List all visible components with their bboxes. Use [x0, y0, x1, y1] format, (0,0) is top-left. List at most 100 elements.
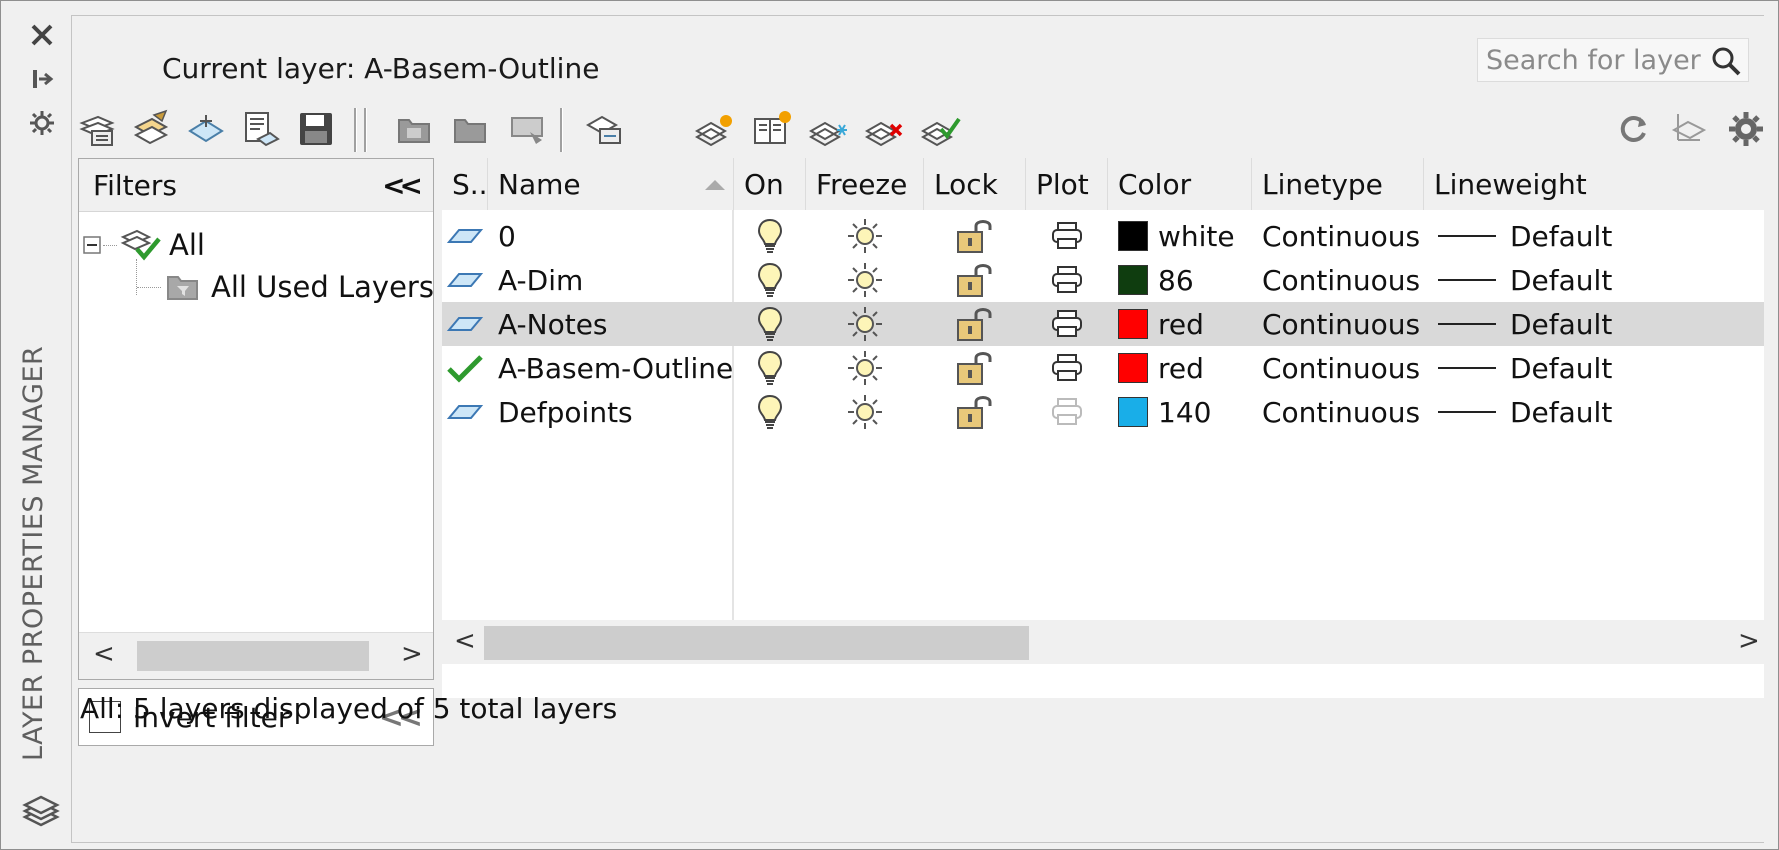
new-layer-vp-frozen-icon[interactable]: [748, 106, 796, 152]
set-current-icon[interactable]: [916, 106, 964, 152]
plot-printer-icon[interactable]: [1026, 258, 1108, 302]
layer-name[interactable]: A-Dim: [498, 258, 732, 302]
settings-icon[interactable]: [1722, 106, 1770, 152]
scroll-left-icon[interactable]: <: [93, 639, 115, 669]
properties-icon[interactable]: [21, 103, 63, 143]
layer-name[interactable]: A-Notes: [498, 302, 732, 346]
lineweight-cell[interactable]: Default: [1438, 258, 1764, 302]
layer-icon[interactable]: [442, 302, 488, 346]
new-layer-frozen-icon[interactable]: [804, 106, 852, 152]
lineweight-cell[interactable]: Default: [1438, 302, 1764, 346]
freeze-sun-icon[interactable]: [806, 258, 924, 302]
tree-item-all[interactable]: All: [83, 225, 205, 265]
delete-layer-icon[interactable]: [860, 106, 908, 152]
scroll-left-icon[interactable]: <: [454, 626, 476, 656]
linetype-cell[interactable]: Continuous: [1262, 302, 1424, 346]
current-layer-label: Current layer: A-Basem-Outline: [162, 52, 600, 85]
layer-row[interactable]: A-Dim 86 Continuous Default: [442, 258, 1764, 302]
on-bulb-icon[interactable]: [734, 214, 806, 258]
on-bulb-icon[interactable]: [734, 346, 806, 390]
layer-translate-icon[interactable]: [1666, 106, 1714, 152]
column-header-color[interactable]: Color: [1108, 158, 1252, 210]
unlocked-icon[interactable]: [924, 258, 1026, 302]
current-check-icon[interactable]: [442, 346, 488, 390]
scroll-right-icon[interactable]: >: [401, 639, 423, 669]
on-bulb-icon[interactable]: [734, 390, 806, 434]
collapse-filters-icon[interactable]: <<: [382, 169, 423, 202]
new-layer-icon[interactable]: [690, 106, 738, 152]
color-cell[interactable]: 140: [1118, 390, 1252, 434]
layer-merge-icon[interactable]: [580, 106, 628, 152]
color-cell[interactable]: red: [1118, 346, 1252, 390]
column-header-lineweight[interactable]: Lineweight: [1424, 158, 1764, 210]
freeze-sun-icon[interactable]: [806, 302, 924, 346]
column-header-freeze[interactable]: Freeze: [806, 158, 924, 210]
lineweight-cell[interactable]: Default: [1438, 346, 1764, 390]
column-header-lock[interactable]: Lock: [924, 158, 1026, 210]
new-property-filter-icon[interactable]: [74, 106, 122, 152]
search-input[interactable]: [1478, 43, 1708, 77]
scroll-right-icon[interactable]: >: [1738, 626, 1760, 656]
layer-row[interactable]: 0 white Continuous Default: [442, 214, 1764, 258]
lineweight-cell[interactable]: Default: [1438, 214, 1764, 258]
lineweight-text: Default: [1510, 263, 1613, 297]
freeze-sun-icon[interactable]: [806, 346, 924, 390]
layer-row[interactable]: A-Notes red Continuous Default: [442, 302, 1764, 346]
unlocked-icon[interactable]: [924, 346, 1026, 390]
linetype-cell[interactable]: Continuous: [1262, 258, 1424, 302]
layer-states-icon[interactable]: [236, 106, 284, 152]
linetype-text: Continuous: [1262, 263, 1421, 297]
plot-printer-icon[interactable]: [1026, 302, 1108, 346]
unlocked-icon[interactable]: [924, 302, 1026, 346]
filters-horizontal-scrollbar[interactable]: < >: [79, 632, 433, 679]
search-icon[interactable]: [1710, 45, 1742, 77]
scrollbar-thumb[interactable]: [484, 626, 1029, 660]
plot-printer-icon[interactable]: [1026, 214, 1108, 258]
linetype-cell[interactable]: Continuous: [1262, 346, 1424, 390]
column-header-on[interactable]: On: [734, 158, 806, 210]
layer-row[interactable]: A-Basem-Outline red Continuous Default: [442, 346, 1764, 390]
layer-ui-icon[interactable]: [504, 106, 552, 152]
color-cell[interactable]: 86: [1118, 258, 1252, 302]
linetype-cell[interactable]: Continuous: [1262, 214, 1424, 258]
on-bulb-icon[interactable]: [734, 258, 806, 302]
layer-icon[interactable]: [442, 214, 488, 258]
color-cell[interactable]: white: [1118, 214, 1252, 258]
grid-horizontal-scrollbar[interactable]: < >: [442, 620, 1764, 664]
layers-stack-icon[interactable]: [19, 791, 63, 831]
linetype-cell[interactable]: Continuous: [1262, 390, 1424, 434]
layer-icon[interactable]: [442, 390, 488, 434]
tree-item-all-used-layers[interactable]: All Used Layers: [137, 269, 434, 305]
tree-collapse-icon[interactable]: [83, 236, 101, 254]
filters-panel: Filters << All All Used Layers < >: [78, 158, 434, 680]
unlocked-icon[interactable]: [924, 390, 1026, 434]
freeze-sun-icon[interactable]: [806, 214, 924, 258]
unlocked-icon[interactable]: [924, 214, 1026, 258]
on-bulb-icon[interactable]: [734, 302, 806, 346]
freeze-sun-icon[interactable]: [806, 390, 924, 434]
layer-name[interactable]: Defpoints: [498, 390, 732, 434]
auto-hide-icon[interactable]: [21, 59, 63, 99]
column-header-linetype[interactable]: Linetype: [1252, 158, 1424, 210]
color-cell[interactable]: red: [1118, 302, 1252, 346]
new-folder-icon[interactable]: [390, 106, 438, 152]
close-icon[interactable]: [21, 15, 63, 55]
layer-icon[interactable]: [442, 258, 488, 302]
search-box[interactable]: [1477, 38, 1749, 82]
layer-name[interactable]: A-Basem-Outline: [498, 346, 733, 390]
new-group-filter-icon[interactable]: [128, 106, 176, 152]
scrollbar-thumb[interactable]: [137, 641, 369, 671]
open-folder-icon[interactable]: [446, 106, 494, 152]
refresh-icon[interactable]: [1610, 106, 1658, 152]
layer-states-manager-icon[interactable]: [182, 106, 230, 152]
lineweight-cell[interactable]: Default: [1438, 390, 1764, 434]
plot-printer-icon[interactable]: [1026, 390, 1108, 434]
layer-name[interactable]: 0: [498, 214, 732, 258]
save-icon[interactable]: [292, 106, 340, 152]
palette-vertical-title: LAYER PROPERTIES MANAGER: [18, 345, 49, 761]
layer-row[interactable]: Defpoints 140 Continuous Default: [442, 390, 1764, 434]
column-header-status[interactable]: S..: [442, 158, 488, 210]
plot-printer-icon[interactable]: [1026, 346, 1108, 390]
column-header-plot[interactable]: Plot: [1026, 158, 1108, 210]
column-header-name[interactable]: Name: [488, 158, 734, 210]
